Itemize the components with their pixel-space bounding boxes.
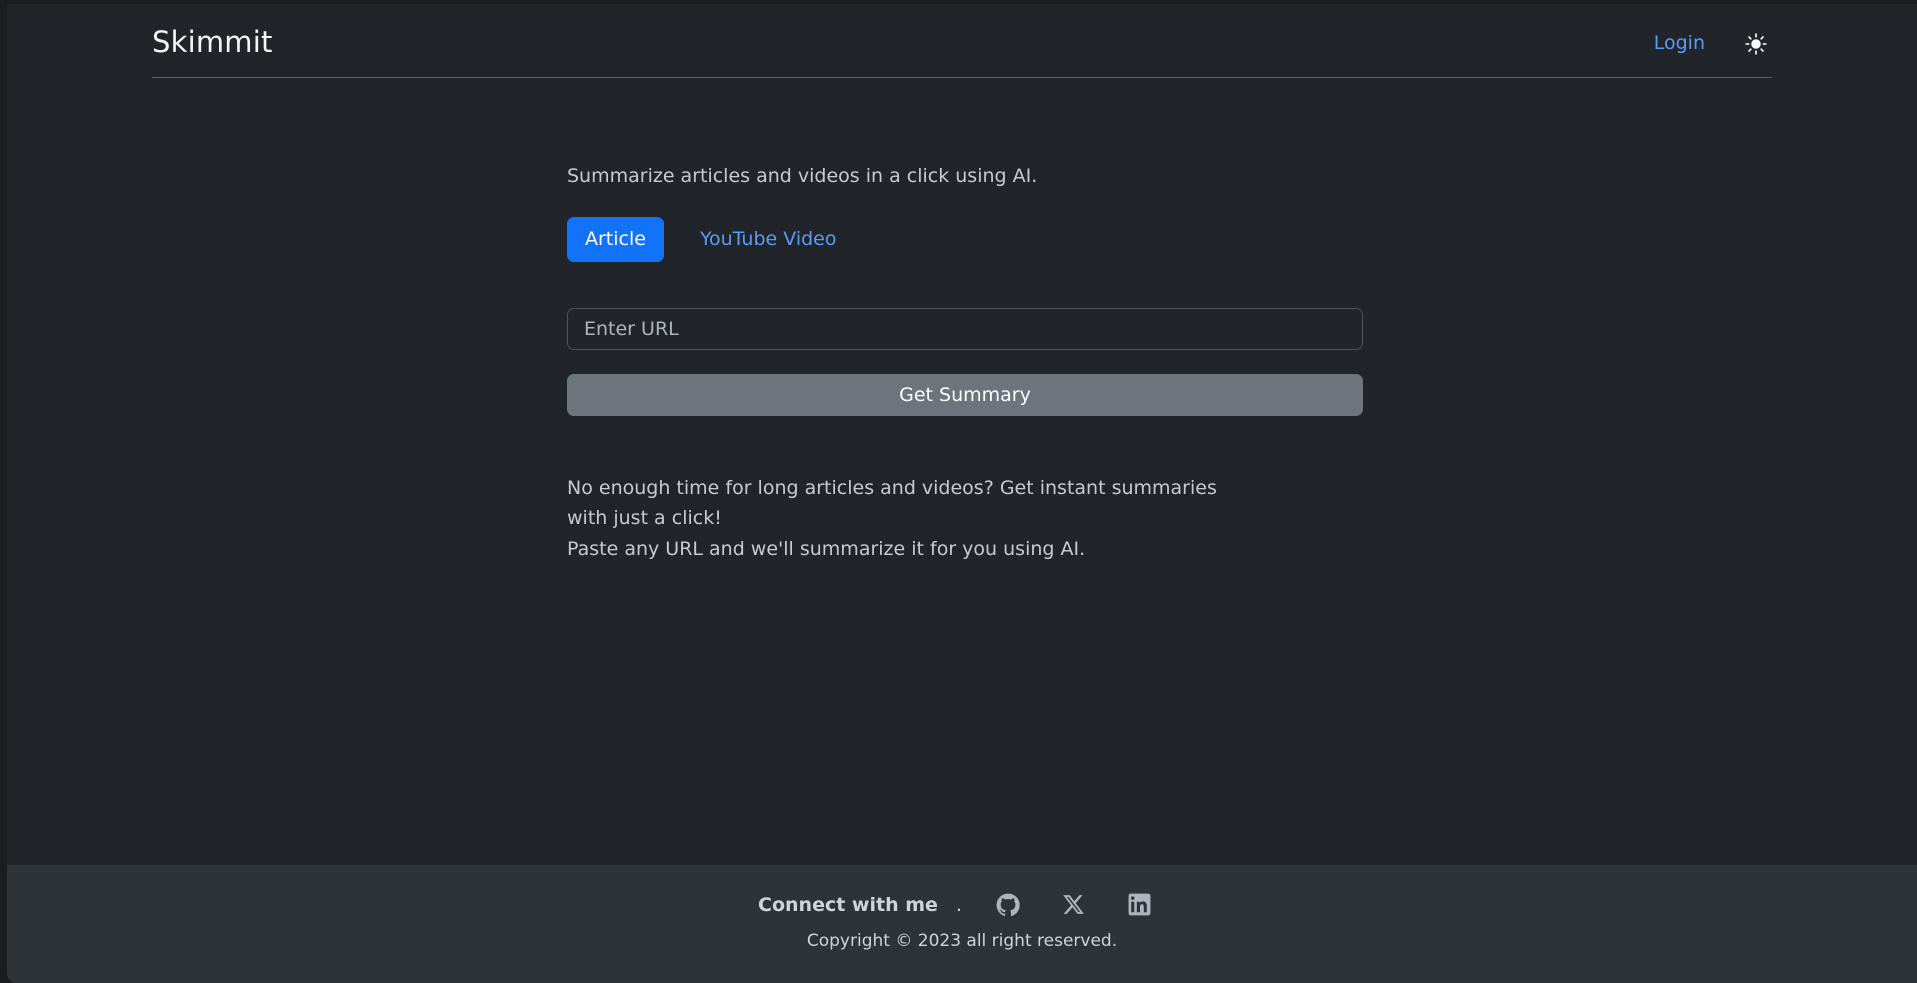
- connect-row: Connect with me .: [758, 892, 1166, 918]
- x-icon: [1062, 893, 1085, 916]
- page-root: Skimmit Login Summarize articles and vid…: [7, 4, 1917, 983]
- site-footer: Connect with me . Copyright © 2023 all r…: [7, 865, 1917, 983]
- linkedin-icon: [1128, 893, 1151, 916]
- site-header: Skimmit Login: [152, 10, 1772, 78]
- connect-label: Connect with me: [758, 893, 938, 916]
- source-type-tabs: Article YouTube Video: [567, 216, 1367, 262]
- main-content: Summarize articles and videos in a click…: [7, 78, 1917, 865]
- get-summary-button[interactable]: Get Summary: [567, 373, 1363, 416]
- hero-section: Summarize articles and videos in a click…: [567, 162, 1367, 565]
- header-wrapper: Skimmit Login: [7, 4, 1917, 78]
- url-input[interactable]: [567, 307, 1363, 350]
- copyright-text: Copyright © 2023 all right reserved.: [806, 930, 1118, 951]
- description-line-2: Paste any URL and we'll summarize it for…: [567, 538, 1086, 561]
- header-actions: Login: [1654, 29, 1772, 59]
- x-twitter-link[interactable]: [1061, 892, 1087, 918]
- sun-icon: [1745, 32, 1767, 55]
- description-text: No enough time for long articles and vid…: [567, 473, 1247, 565]
- theme-toggle-button[interactable]: [1741, 29, 1771, 59]
- login-link[interactable]: Login: [1654, 34, 1705, 53]
- tagline-text: Summarize articles and videos in a click…: [567, 165, 1038, 187]
- browser-window: Skimmit Login Summarize articles and vid…: [0, 0, 1917, 983]
- github-link[interactable]: [995, 892, 1021, 918]
- linkedin-link[interactable]: [1127, 892, 1153, 918]
- brand-logo[interactable]: Skimmit: [152, 28, 273, 59]
- connect-separator: .: [955, 893, 962, 916]
- description-line-1: No enough time for long articles and vid…: [567, 476, 1217, 530]
- tab-article[interactable]: Article: [567, 216, 664, 262]
- tab-youtube-video[interactable]: YouTube Video: [682, 217, 855, 262]
- github-icon: [996, 893, 1020, 917]
